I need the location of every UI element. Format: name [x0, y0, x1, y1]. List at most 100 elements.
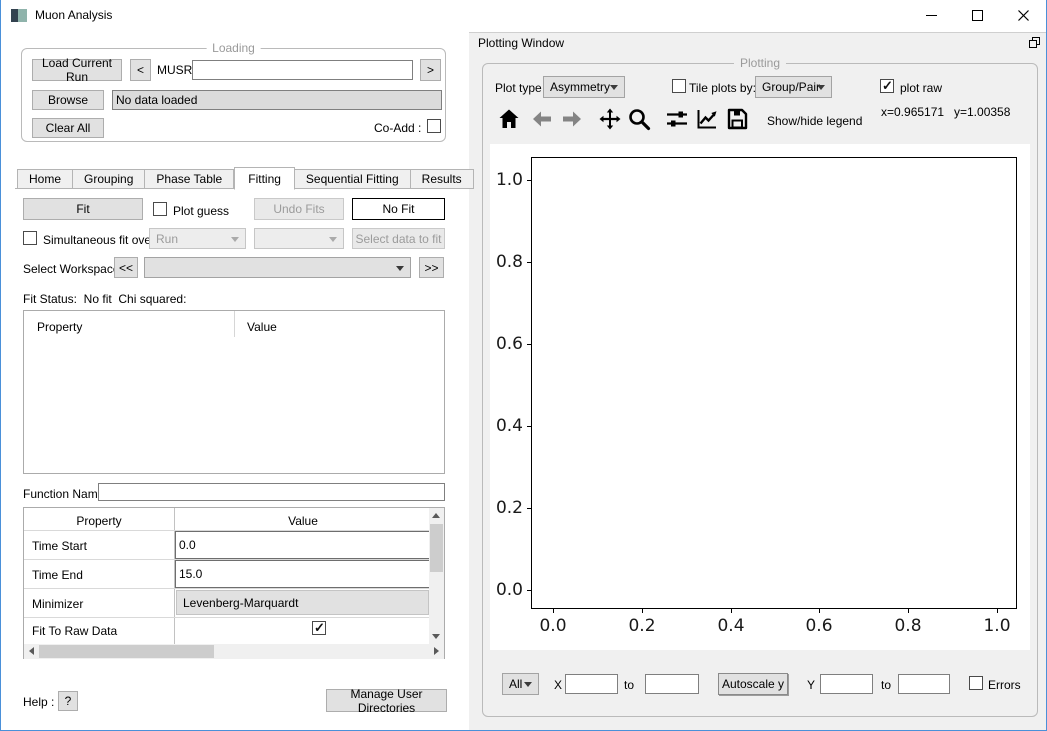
window-title: Muon Analysis — [35, 8, 112, 22]
chevron-down-icon — [231, 237, 239, 242]
scroll-left-icon[interactable] — [29, 647, 34, 655]
pan-icon[interactable] — [597, 106, 623, 132]
fit-state-indicator: No Fit — [352, 198, 445, 220]
home-icon[interactable] — [496, 106, 522, 132]
y-tick-mark — [527, 508, 531, 509]
x-tick-label: 0.0 — [533, 616, 573, 636]
customize-plot-icon[interactable] — [694, 106, 720, 132]
loading-group-label: Loading — [206, 41, 261, 55]
float-restore-icon[interactable] — [1029, 37, 1040, 51]
scrollbar-thumb[interactable] — [39, 645, 214, 658]
instrument-label: MUSR — [157, 63, 192, 77]
loaded-file-field: No data loaded — [112, 90, 442, 110]
scroll-up-icon[interactable] — [432, 513, 440, 518]
plotting-group: Plotting Plot type : Asymmetry Tile plot… — [482, 63, 1038, 717]
tab-results[interactable]: Results — [411, 169, 474, 189]
clear-all-button[interactable]: Clear All — [32, 118, 104, 138]
dock-title: Plotting Window — [478, 36, 564, 50]
plot-canvas[interactable]: 1.0 0.8 0.6 0.4 0.2 0.0 0.0 0.2 0.4 0.6 … — [490, 144, 1030, 650]
y-tick-mark — [527, 262, 531, 263]
x-to-input[interactable] — [645, 674, 699, 694]
close-button[interactable] — [1000, 0, 1046, 30]
plot-type-label: Plot type : — [495, 81, 548, 95]
x-tick-label: 0.2 — [622, 616, 662, 636]
fit-to-raw-data-checkbox[interactable] — [312, 621, 326, 635]
time-end-input[interactable] — [175, 560, 430, 588]
workspace-back-button[interactable]: << — [114, 257, 138, 278]
subplots-icon[interactable] — [664, 106, 690, 132]
fit-parameters-table[interactable]: Property Value — [23, 310, 445, 474]
param-header-divider — [234, 311, 235, 337]
help-button[interactable]: ? — [58, 691, 78, 711]
y-to-label: to — [881, 678, 891, 692]
plotting-group-label: Plotting — [734, 56, 786, 70]
y-range-label: Y — [807, 678, 815, 692]
tab-fitting[interactable]: Fitting — [234, 167, 295, 190]
x-tick-mark — [819, 609, 820, 613]
coadd-checkbox[interactable] — [427, 119, 441, 133]
run-number-input[interactable] — [192, 60, 413, 80]
plot-guess-checkbox[interactable] — [153, 202, 167, 216]
y-tick-label: 0.8 — [490, 252, 523, 272]
legend-toggle-label[interactable]: Show/hide legend — [767, 114, 862, 128]
autoscale-y-button[interactable]: Autoscale y — [718, 673, 788, 695]
maximize-button[interactable] — [954, 0, 1000, 30]
cursor-y-readout: y=1.00358 — [954, 105, 1010, 119]
x-tick-mark — [642, 609, 643, 613]
tab-grouping[interactable]: Grouping — [73, 169, 145, 189]
plot-raw-checkbox[interactable] — [880, 79, 894, 93]
scope-dropdown[interactable]: All — [502, 673, 539, 695]
minimizer-dropdown[interactable]: Levenberg-Marquardt — [176, 590, 429, 615]
errors-label: Errors — [988, 678, 1021, 692]
workspace-dropdown[interactable] — [144, 257, 411, 278]
y-tick-label: 0.2 — [490, 498, 523, 518]
previous-run-button[interactable]: < — [130, 59, 151, 81]
tab-sequential-fitting[interactable]: Sequential Fitting — [295, 169, 411, 189]
x-tick-label: 0.8 — [888, 616, 928, 636]
cursor-x-readout: x=0.965171 — [881, 105, 944, 119]
simultaneous-over-dropdown: Run — [149, 228, 246, 249]
tab-phase-table[interactable]: Phase Table — [145, 169, 234, 189]
scroll-right-icon[interactable] — [434, 647, 439, 655]
chevron-down-icon — [396, 266, 404, 271]
y-tick-mark — [527, 590, 531, 591]
errors-checkbox[interactable] — [969, 676, 983, 690]
setting-name: Time End — [32, 568, 83, 582]
fit-button[interactable]: Fit — [23, 198, 143, 220]
settings-horizontal-scrollbar[interactable] — [24, 644, 444, 659]
function-name-label: Function Name — [23, 487, 104, 501]
next-run-button[interactable]: > — [420, 59, 441, 81]
function-name-input[interactable] — [98, 483, 445, 501]
manage-user-directories-button[interactable]: Manage User Directories — [326, 689, 447, 712]
scroll-down-icon[interactable] — [432, 634, 440, 639]
select-data-to-fit-button: Select data to fit — [352, 228, 445, 249]
simultaneous-fit-checkbox[interactable] — [23, 231, 37, 245]
tile-plots-checkbox[interactable] — [672, 79, 686, 93]
y-from-input[interactable] — [820, 674, 873, 694]
fit-settings-table[interactable]: Property Value Time Start Time End Minim… — [23, 507, 445, 659]
plot-type-dropdown[interactable]: Asymmetry — [543, 76, 625, 98]
y-tick-label: 1.0 — [490, 170, 523, 190]
setting-name: Fit To Raw Data — [32, 624, 117, 638]
coadd-label: Co-Add : — [374, 121, 421, 135]
workspace-forward-button[interactable]: >> — [419, 257, 444, 278]
dock-title-bar[interactable]: Plotting Window — [469, 33, 1047, 52]
tab-bar: Home Grouping Phase Table Fitting Sequen… — [17, 166, 474, 189]
zoom-icon[interactable] — [626, 106, 652, 132]
forward-icon[interactable] — [559, 106, 585, 132]
x-tick-label: 1.0 — [977, 616, 1017, 636]
y-to-input[interactable] — [898, 674, 950, 694]
back-icon[interactable] — [529, 106, 555, 132]
save-icon[interactable] — [724, 106, 750, 132]
tab-home[interactable]: Home — [17, 169, 73, 189]
y-tick-mark — [527, 180, 531, 181]
load-current-run-button[interactable]: Load Current Run — [32, 59, 122, 81]
browse-button[interactable]: Browse — [32, 90, 104, 110]
x-from-input[interactable] — [565, 674, 618, 694]
tile-by-dropdown[interactable]: Group/Pair — [755, 76, 832, 98]
settings-vertical-scrollbar[interactable] — [429, 508, 444, 644]
time-start-input[interactable] — [175, 531, 430, 559]
scrollbar-thumb[interactable] — [430, 524, 443, 572]
minimize-button[interactable] — [908, 0, 954, 30]
chevron-down-icon — [524, 682, 532, 687]
